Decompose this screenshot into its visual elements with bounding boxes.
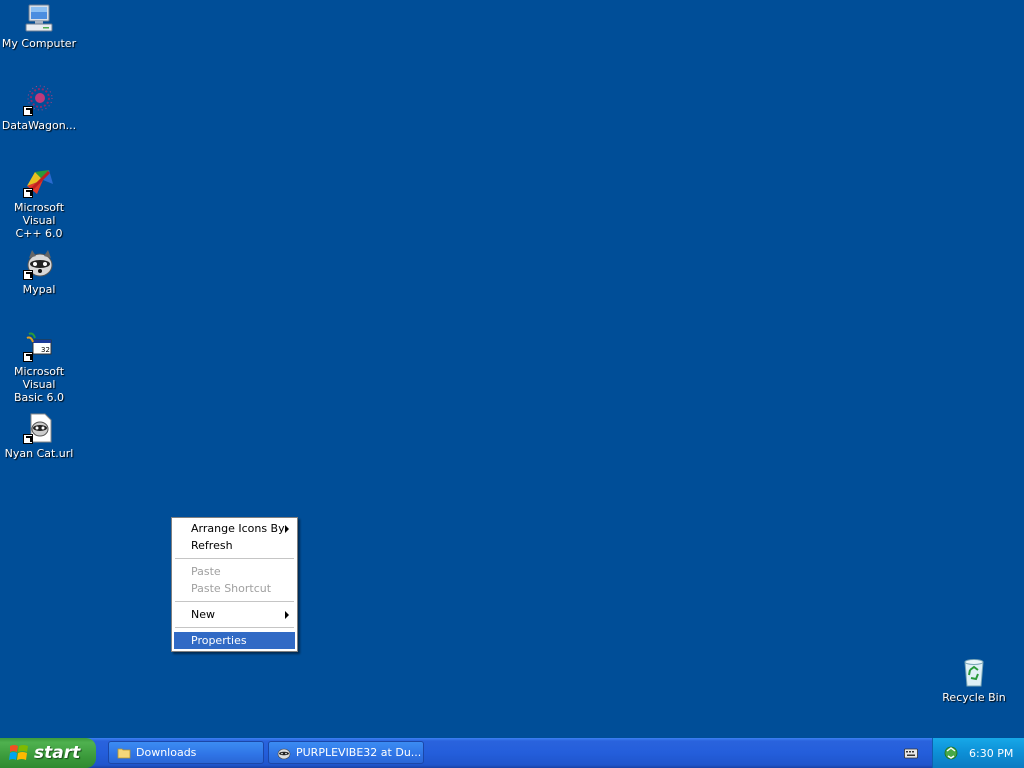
desktop-icon-label: Mypal (22, 283, 56, 296)
desktop-icon-my-computer[interactable]: My Computer (0, 2, 78, 50)
desktop-icon-label: DataWagon... (1, 119, 77, 132)
menu-item-label: Arrange Icons By (191, 522, 285, 535)
menu-item-label: Refresh (191, 539, 233, 552)
menu-item-label: New (191, 608, 215, 621)
recycle-bin-icon (958, 656, 990, 688)
desktop-icon-nyan-cat-url[interactable]: Nyan Cat.url (0, 412, 78, 460)
desktop[interactable]: My Computer DataWagon... Microsoft Visua… (0, 0, 1024, 738)
shortcut-arrow-icon (23, 270, 33, 280)
taskbar-button-label: Downloads (136, 746, 197, 759)
windows-logo-icon (9, 745, 28, 760)
datawagon-icon (23, 84, 55, 116)
menu-item-properties[interactable]: Properties (174, 632, 295, 649)
keyboard-icon[interactable] (904, 747, 918, 759)
start-label: start (34, 743, 81, 763)
shortcut-arrow-icon (23, 352, 33, 362)
menu-item-paste-shortcut: Paste Shortcut (174, 580, 295, 597)
desktop-icon-datawagon[interactable]: DataWagon... (0, 84, 78, 132)
shortcut-arrow-icon (23, 106, 33, 116)
shortcut-arrow-icon (23, 188, 33, 198)
menu-item-label: Paste (191, 565, 221, 578)
mypal-icon (23, 248, 55, 280)
menu-separator (175, 558, 294, 559)
menu-item-label: Properties (191, 634, 247, 647)
submenu-arrow-icon (285, 611, 289, 619)
desktop-icon-label: Nyan Cat.url (4, 447, 74, 460)
visual-cpp-icon (23, 166, 55, 198)
taskbar: start Downloads PURPLEVIBE32 at Du... 6:… (0, 738, 1024, 768)
submenu-arrow-icon (285, 525, 289, 533)
nyan-cat-url-icon (23, 412, 55, 444)
desktop-icon-visual-cpp[interactable]: Microsoft Visual C++ 6.0 (0, 166, 78, 240)
desktop-icon-mypal[interactable]: Mypal (0, 248, 78, 296)
menu-item-paste: Paste (174, 563, 295, 580)
folder-icon (117, 748, 131, 758)
menu-separator (175, 627, 294, 628)
desktop-icon-visual-basic[interactable]: 32 Microsoft Visual Basic 6.0 (0, 330, 78, 404)
menu-item-arrange-icons-by[interactable]: Arrange Icons By (174, 520, 295, 537)
svg-text:32: 32 (41, 346, 50, 354)
visual-basic-icon: 32 (23, 330, 55, 362)
taskbar-button-label: PURPLEVIBE32 at Du... (296, 746, 422, 759)
desktop-context-menu: Arrange Icons By Refresh Paste Paste Sho… (171, 517, 298, 652)
desktop-icon-recycle-bin[interactable]: Recycle Bin (935, 656, 1013, 704)
desktop-icon-label: Recycle Bin (942, 691, 1006, 704)
system-tray: 6:30 PM (932, 738, 1024, 768)
network-tray-icon[interactable] (943, 745, 959, 761)
shortcut-arrow-icon (23, 434, 33, 444)
menu-separator (175, 601, 294, 602)
menu-item-new[interactable]: New (174, 606, 295, 623)
menu-item-refresh[interactable]: Refresh (174, 537, 295, 554)
desktop-icon-label: My Computer (1, 37, 77, 50)
raccoon-icon (277, 748, 291, 759)
start-button[interactable]: start (0, 738, 96, 768)
taskbar-button-purplevibe32[interactable]: PURPLEVIBE32 at Du... (268, 741, 424, 764)
tray-clock[interactable]: 6:30 PM (969, 747, 1013, 760)
taskbar-button-downloads[interactable]: Downloads (108, 741, 264, 764)
desktop-icon-label: Microsoft Visual C++ 6.0 (13, 201, 65, 240)
desktop-icon-label: Microsoft Visual Basic 6.0 (13, 365, 65, 404)
my-computer-icon (23, 2, 55, 34)
menu-item-label: Paste Shortcut (191, 582, 272, 595)
